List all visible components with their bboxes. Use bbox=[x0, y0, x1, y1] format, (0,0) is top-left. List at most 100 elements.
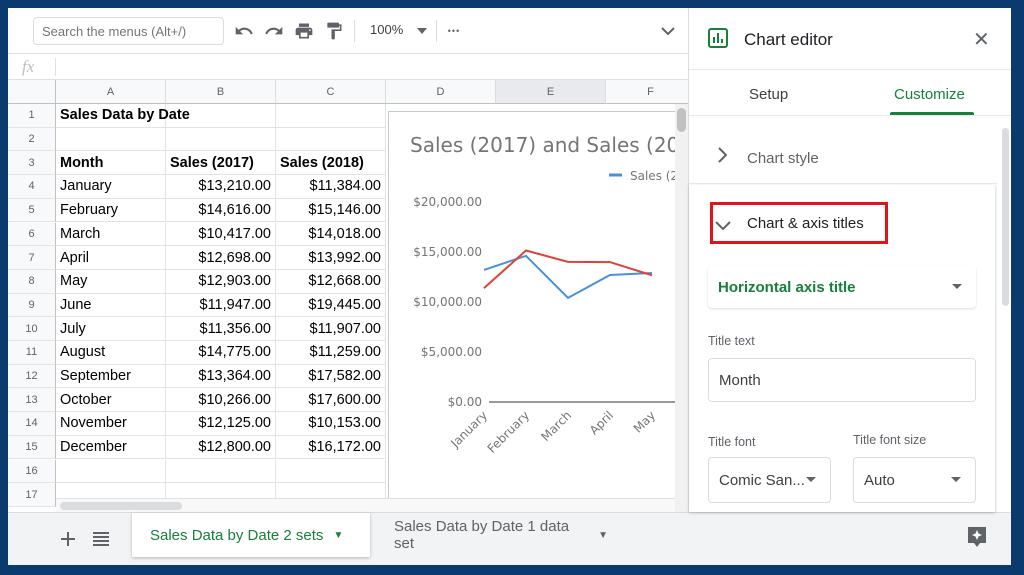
row-header[interactable]: 17 bbox=[8, 483, 56, 507]
grid-cell[interactable] bbox=[276, 104, 386, 128]
grid-cell[interactable]: April bbox=[56, 246, 166, 270]
grid-cell[interactable] bbox=[166, 104, 276, 128]
row-header[interactable]: 12 bbox=[8, 364, 56, 389]
formula-input[interactable] bbox=[62, 54, 682, 79]
row-header[interactable]: 1 bbox=[8, 104, 56, 128]
row-header[interactable]: 10 bbox=[8, 317, 56, 341]
redo-icon[interactable] bbox=[262, 19, 286, 43]
grid-cell[interactable]: $13,992.00 bbox=[276, 246, 386, 270]
row-header[interactable]: 4 bbox=[8, 175, 56, 199]
column-header-c[interactable]: C bbox=[276, 80, 386, 104]
search-menus-input[interactable] bbox=[33, 17, 224, 45]
grid-cell[interactable]: $11,259.00 bbox=[276, 341, 386, 365]
row-header[interactable]: 5 bbox=[8, 198, 56, 223]
grid-cell[interactable]: March bbox=[56, 222, 166, 247]
grid-cell[interactable]: $14,616.00 bbox=[166, 198, 276, 223]
grid-vertical-scrollbar[interactable] bbox=[675, 104, 688, 512]
tab-customize[interactable]: Customize bbox=[894, 86, 965, 103]
grid-cell[interactable]: $19,445.00 bbox=[276, 293, 386, 318]
grid-cell[interactable]: $12,698.00 bbox=[166, 246, 276, 270]
grid-cell[interactable] bbox=[56, 459, 166, 484]
grid-cell[interactable]: December bbox=[56, 435, 166, 460]
grid-cell[interactable]: $10,153.00 bbox=[276, 412, 386, 436]
paint-format-icon[interactable] bbox=[322, 19, 346, 43]
row-header[interactable]: 9 bbox=[8, 293, 56, 318]
grid-cell[interactable]: $11,947.00 bbox=[166, 293, 276, 318]
close-icon[interactable]: ✕ bbox=[973, 30, 990, 50]
grid-cell[interactable]: $11,907.00 bbox=[276, 317, 386, 341]
explore-icon[interactable] bbox=[966, 525, 990, 553]
panel-scrollbar[interactable] bbox=[999, 126, 1011, 512]
grid-cell[interactable]: September bbox=[56, 364, 166, 389]
sheet-tab-active[interactable]: Sales Data by Date 2 sets ▼ bbox=[132, 513, 370, 557]
undo-icon[interactable] bbox=[232, 19, 256, 43]
grid-cell[interactable]: $10,417.00 bbox=[166, 222, 276, 247]
collapse-icon[interactable] bbox=[656, 19, 680, 43]
grid-cell[interactable]: $11,384.00 bbox=[276, 175, 386, 199]
grid-cell[interactable]: $12,125.00 bbox=[166, 412, 276, 436]
grid-horizontal-scrollbar[interactable] bbox=[56, 498, 675, 512]
column-header-d[interactable]: D bbox=[386, 80, 496, 104]
chevron-down-icon[interactable] bbox=[410, 19, 434, 43]
grid-cell[interactable] bbox=[166, 459, 276, 484]
scroll-thumb[interactable] bbox=[1002, 128, 1009, 306]
sheet-tab[interactable]: Sales Data by Date 1 data set ▼ bbox=[376, 513, 626, 557]
grid-cell[interactable]: Sales (2017) bbox=[166, 151, 276, 176]
grid-cell[interactable]: $13,210.00 bbox=[166, 175, 276, 199]
column-header-e[interactable]: E bbox=[496, 80, 606, 104]
grid-cell[interactable]: May bbox=[56, 269, 166, 294]
grid-cell[interactable]: $12,668.00 bbox=[276, 269, 386, 294]
title-font-size-select[interactable]: Auto bbox=[853, 457, 976, 503]
row-header[interactable]: 14 bbox=[8, 412, 56, 436]
grid-cell[interactable]: $15,146.00 bbox=[276, 198, 386, 223]
grid-cell[interactable] bbox=[56, 127, 166, 152]
row-header[interactable]: 16 bbox=[8, 459, 56, 484]
grid-cell[interactable]: Sales (2018) bbox=[276, 151, 386, 176]
axis-title-select[interactable]: Horizontal axis title bbox=[708, 266, 976, 308]
all-sheets-icon[interactable] bbox=[89, 527, 113, 551]
grid-cell[interactable]: $13,364.00 bbox=[166, 364, 276, 389]
section-chart-style[interactable]: Chart style bbox=[689, 126, 997, 184]
grid-cell[interactable]: July bbox=[56, 317, 166, 341]
grid-cell[interactable]: $17,600.00 bbox=[276, 388, 386, 413]
grid-cell[interactable] bbox=[276, 127, 386, 152]
title-font-select[interactable]: Comic San... bbox=[708, 457, 831, 503]
grid-cell[interactable]: October bbox=[56, 388, 166, 413]
row-header[interactable]: 6 bbox=[8, 222, 56, 247]
grid-cell[interactable]: January bbox=[56, 175, 166, 199]
print-icon[interactable] bbox=[292, 19, 316, 43]
grid-cell[interactable] bbox=[276, 459, 386, 484]
select-all-corner[interactable] bbox=[8, 80, 56, 104]
title-text-input[interactable] bbox=[708, 358, 976, 402]
grid-cell[interactable]: $10,266.00 bbox=[166, 388, 276, 413]
scroll-thumb[interactable] bbox=[60, 502, 182, 510]
grid-cell[interactable]: $17,582.00 bbox=[276, 364, 386, 389]
chevron-down-icon[interactable] bbox=[715, 218, 731, 236]
row-header[interactable]: 3 bbox=[8, 151, 56, 176]
grid-cell[interactable]: Month bbox=[56, 151, 166, 176]
grid-cell[interactable] bbox=[166, 127, 276, 152]
zoom-select[interactable]: 100% bbox=[370, 22, 403, 37]
grid-cell[interactable]: February bbox=[56, 198, 166, 223]
tab-setup[interactable]: Setup bbox=[749, 86, 788, 103]
grid-cell[interactable]: $12,903.00 bbox=[166, 269, 276, 294]
row-header[interactable]: 15 bbox=[8, 435, 56, 460]
chevron-down-icon[interactable]: ▼ bbox=[598, 530, 608, 541]
grid-cell[interactable]: $14,775.00 bbox=[166, 341, 276, 365]
column-header-b[interactable]: B bbox=[166, 80, 276, 104]
row-header[interactable]: 8 bbox=[8, 269, 56, 294]
add-sheet-icon[interactable] bbox=[56, 527, 80, 551]
row-header[interactable]: 2 bbox=[8, 127, 56, 152]
series-line-2[interactable] bbox=[483, 249, 653, 289]
grid-cell[interactable]: $11,356.00 bbox=[166, 317, 276, 341]
line-chart[interactable]: Sales (2017) and Sales (20 Sales (2 $20,… bbox=[388, 111, 688, 511]
grid-cell[interactable]: $12,800.00 bbox=[166, 435, 276, 460]
row-header[interactable]: 11 bbox=[8, 341, 56, 365]
column-header-a[interactable]: A bbox=[56, 80, 166, 104]
chevron-down-icon[interactable]: ▼ bbox=[333, 530, 343, 541]
grid-cell[interactable]: $16,172.00 bbox=[276, 435, 386, 460]
column-header-f[interactable]: F bbox=[606, 80, 688, 104]
row-header[interactable]: 7 bbox=[8, 246, 56, 270]
grid-cell[interactable]: Sales Data by Date bbox=[56, 104, 190, 128]
scroll-thumb[interactable] bbox=[677, 108, 686, 132]
